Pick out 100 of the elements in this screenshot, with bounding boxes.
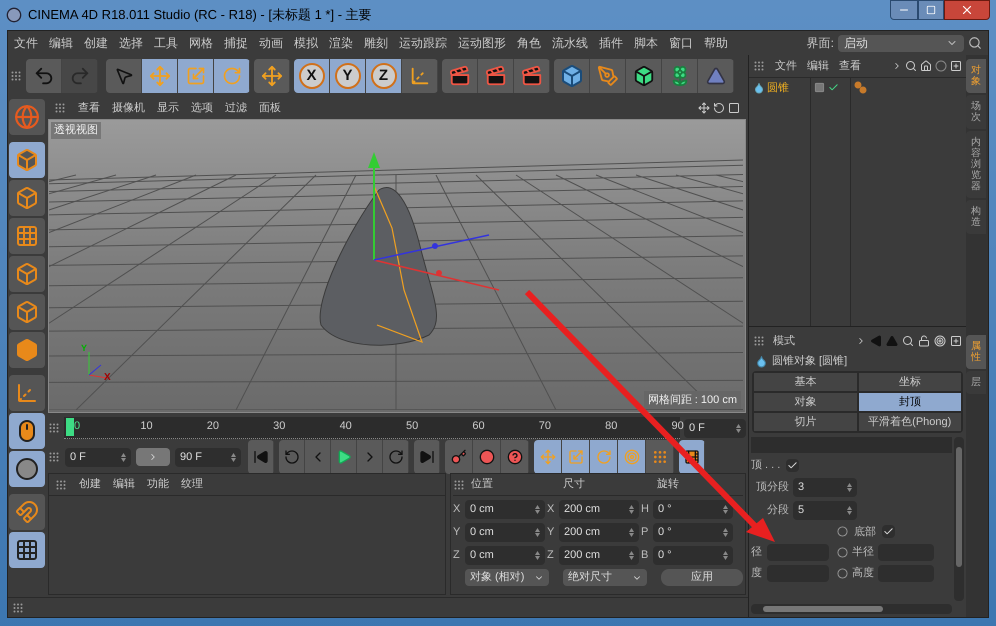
spinner-icon[interactable] xyxy=(723,551,728,560)
viewport[interactable]: 透视视图 Y X 网格间距 : 100 cm xyxy=(48,119,746,413)
spinner-icon[interactable] xyxy=(629,528,634,537)
autokey-button[interactable] xyxy=(473,440,501,474)
spinner-icon[interactable] xyxy=(736,424,741,432)
side-tab[interactable]: 场次 xyxy=(966,95,986,129)
render-button[interactable] xyxy=(442,59,478,93)
subdivision-button[interactable] xyxy=(626,59,662,93)
grip-icon[interactable] xyxy=(48,451,60,463)
cloner-button[interactable] xyxy=(662,59,698,93)
object-row[interactable]: 圆锥 xyxy=(749,78,810,98)
grip-icon[interactable] xyxy=(753,335,765,347)
rotate-tool-button[interactable] xyxy=(214,59,250,93)
mode-button[interactable] xyxy=(9,218,45,254)
render-button[interactable] xyxy=(478,59,514,93)
maximize-button[interactable] xyxy=(918,0,944,20)
attribute-tab[interactable]: 基本 xyxy=(753,372,858,392)
material-menu-item[interactable]: 创建 xyxy=(79,476,101,493)
viewport-menu-item[interactable]: 显示 xyxy=(157,100,179,116)
pan-icon[interactable] xyxy=(698,102,710,114)
attribute-tab[interactable]: 坐标 xyxy=(858,372,962,392)
record-button[interactable] xyxy=(445,440,473,474)
key-filter-button[interactable] xyxy=(534,440,562,474)
ellipse-icon[interactable] xyxy=(935,60,947,72)
attribute-tab[interactable]: 平滑着色(Phong) xyxy=(858,412,962,432)
rotation-field[interactable]: 0 ° xyxy=(653,523,733,542)
radio-icon[interactable] xyxy=(837,568,848,579)
size-field[interactable]: 200 cm xyxy=(559,500,639,519)
menu-item[interactable]: 模拟 xyxy=(294,34,318,52)
apply-button[interactable]: 应用 xyxy=(661,569,743,586)
spinner-icon[interactable] xyxy=(535,528,540,537)
spinner-icon[interactable] xyxy=(535,551,540,560)
mode-button[interactable] xyxy=(9,451,45,487)
segments-field[interactable]: 3 xyxy=(793,478,857,496)
grip-icon[interactable] xyxy=(453,478,465,490)
home-icon[interactable] xyxy=(920,60,932,72)
deformer-button[interactable] xyxy=(698,59,734,93)
material-menu-item[interactable]: 功能 xyxy=(147,476,169,493)
position-field[interactable]: 0 cm xyxy=(465,546,545,565)
layer-icon[interactable] xyxy=(814,82,825,93)
axis-lock-button[interactable]: X xyxy=(294,59,330,93)
close-button[interactable] xyxy=(944,0,990,20)
menu-item[interactable]: 工具 xyxy=(154,34,178,52)
key-filter-button[interactable] xyxy=(646,440,674,474)
mode-button[interactable] xyxy=(9,180,45,216)
mode-button[interactable] xyxy=(9,494,45,530)
orbit-icon[interactable] xyxy=(713,102,725,114)
select-tool-button[interactable] xyxy=(106,59,142,93)
mode-button[interactable] xyxy=(9,375,45,411)
menu-item[interactable]: 捕捉 xyxy=(224,34,248,52)
mode-button[interactable] xyxy=(9,332,45,368)
transform-tool-button[interactable] xyxy=(254,59,290,93)
search-icon[interactable] xyxy=(905,60,917,72)
menu-item[interactable]: 运动图形 xyxy=(458,34,506,52)
mode-button[interactable] xyxy=(9,256,45,292)
material-tag-icon[interactable] xyxy=(854,81,868,95)
target-icon[interactable] xyxy=(934,335,946,347)
menu-item[interactable]: 文件 xyxy=(14,34,38,52)
scale-tool-button[interactable] xyxy=(178,59,214,93)
viewport-menu-item[interactable]: 摄像机 xyxy=(112,100,145,116)
spinner-icon[interactable] xyxy=(535,505,540,514)
previous-key-button[interactable] xyxy=(279,440,305,474)
object-menu-item[interactable]: 文件 xyxy=(775,58,797,74)
spinner-icon[interactable] xyxy=(629,505,634,514)
checkbox[interactable] xyxy=(882,525,895,538)
menu-item[interactable]: 插件 xyxy=(599,34,623,52)
menu-item[interactable]: 渲染 xyxy=(329,34,353,52)
material-menu-item[interactable]: 纹理 xyxy=(181,476,203,493)
menu-item[interactable]: 运动跟踪 xyxy=(399,34,447,52)
coordinate-mode-dropdown[interactable]: 对象 (相对) xyxy=(465,569,549,586)
object-menu-item[interactable]: 查看 xyxy=(839,58,861,74)
spinner-icon[interactable] xyxy=(231,452,236,462)
layout-dropdown[interactable]: 启动 xyxy=(838,34,964,52)
menu-item[interactable]: 网格 xyxy=(189,34,213,52)
side-tab[interactable]: 对象 xyxy=(966,59,986,93)
next-key-button[interactable] xyxy=(383,440,409,474)
search-icon[interactable] xyxy=(902,335,914,347)
current-frame-field[interactable]: 0 F xyxy=(684,418,746,438)
grip-icon[interactable] xyxy=(54,102,66,114)
grip-icon[interactable] xyxy=(753,60,765,72)
attribute-tab[interactable]: 对象 xyxy=(753,392,858,412)
key-filter-button[interactable] xyxy=(562,440,590,474)
play-button[interactable] xyxy=(331,440,357,474)
view-layout-icon[interactable] xyxy=(728,102,740,114)
spinner-icon[interactable] xyxy=(629,551,634,560)
viewport-menu-item[interactable]: 过滤 xyxy=(225,100,247,116)
radio-icon[interactable] xyxy=(837,526,848,538)
grip-icon[interactable] xyxy=(12,602,24,614)
key-filter-button[interactable] xyxy=(618,440,646,474)
rotation-field[interactable]: 0 ° xyxy=(653,546,733,565)
position-field[interactable]: 0 cm xyxy=(465,523,545,542)
mode-button[interactable] xyxy=(9,413,45,449)
viewport-menu-item[interactable]: 查看 xyxy=(78,100,100,116)
move-tool-button[interactable] xyxy=(142,59,178,93)
horizontal-scrollbar[interactable] xyxy=(751,604,952,614)
mode-button[interactable] xyxy=(9,532,45,568)
spinner-icon[interactable] xyxy=(121,452,126,462)
grip-icon[interactable] xyxy=(55,478,67,490)
attribute-tab[interactable]: 切片 xyxy=(753,412,858,432)
menu-item[interactable]: 动画 xyxy=(259,34,283,52)
